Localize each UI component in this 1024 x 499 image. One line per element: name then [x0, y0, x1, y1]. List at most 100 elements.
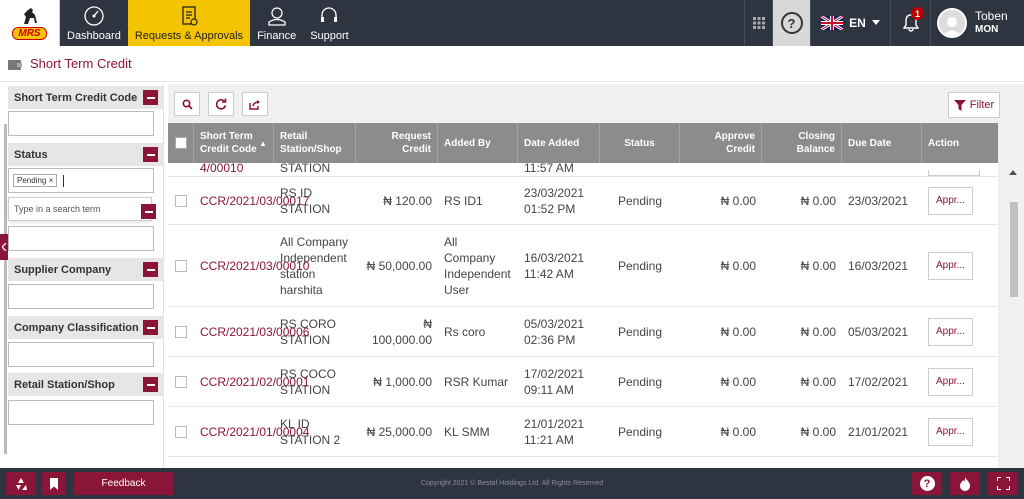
- row-date: 23/03/2021: [524, 185, 585, 200]
- filter-label-classification: Company Classification: [14, 321, 139, 334]
- row-status: Pending: [617, 324, 663, 339]
- filter-panel-scrollbar[interactable]: [4, 124, 7, 454]
- export-button[interactable]: [242, 92, 268, 116]
- recycle-button[interactable]: [6, 472, 36, 495]
- row-checkbox[interactable]: [175, 375, 187, 388]
- row-closing-balance: ₦ 0.00: [800, 374, 836, 389]
- footer-help-button[interactable]: ?: [912, 472, 942, 495]
- approve-button[interactable]: Appr...: [928, 186, 973, 215]
- select-all-checkbox[interactable]: [174, 137, 187, 149]
- row-checkbox[interactable]: [175, 425, 187, 438]
- table-row[interactable]: CCR/2021/03/00006 RS CORO STATION ₦ 100,00…: [168, 307, 998, 357]
- row-code[interactable]: CCR/2021/03/00017: [194, 177, 309, 224]
- collapse-supplier-button[interactable]: [143, 262, 158, 277]
- column-header-due-date[interactable]: Due Date: [842, 123, 922, 163]
- approve-button[interactable]: Appr...: [928, 317, 973, 346]
- chip-remove-icon[interactable]: ×: [49, 176, 54, 185]
- wallet-icon: [8, 59, 22, 70]
- table-row[interactable]: CCR/2021/03/00010 All Company Independent…: [168, 225, 998, 307]
- bookmark-button[interactable]: [42, 472, 66, 495]
- text-cursor: [63, 174, 65, 187]
- row-added-by: Rs coro: [444, 324, 486, 339]
- headset-icon: [321, 7, 338, 22]
- table-scrollbar[interactable]: [1002, 164, 1024, 468]
- status-chip-pending[interactable]: Pending ×: [13, 174, 58, 187]
- collapse-credit-code-button[interactable]: [143, 90, 158, 105]
- collapse-classification-button[interactable]: [143, 320, 158, 335]
- filter-header-retail-station: Retail Station/Shop: [8, 373, 164, 396]
- hidden-filter-input[interactable]: [8, 226, 154, 251]
- filter-button[interactable]: Filter: [948, 92, 1000, 118]
- credit-code-input[interactable]: [8, 111, 154, 136]
- table-row[interactable]: 4/00010 STATION 11:57 AM: [168, 163, 998, 177]
- row-code[interactable]: 4/00010: [194, 163, 274, 176]
- table-row[interactable]: CCR/2021/01/00004 KL ID STATION 2 ₦ 25,000…: [168, 407, 998, 457]
- row-request-credit: ₦ 25,000.00: [366, 424, 432, 439]
- page-title: Short Term Credit: [30, 56, 132, 71]
- help-icon: ?: [780, 12, 803, 34]
- sort-icon[interactable]: ▲: [259, 137, 267, 150]
- search-icon: [181, 98, 193, 110]
- row-closing-balance: ₦ 0.00: [800, 258, 836, 273]
- approve-button[interactable]: Appr...: [928, 367, 973, 396]
- nav-dashboard[interactable]: Dashboard: [60, 0, 128, 46]
- nav-dashboard-label: Dashboard: [67, 30, 121, 42]
- column-header-date-added[interactable]: Date Added: [518, 123, 600, 163]
- row-closing-balance: ₦ 0.00: [800, 324, 836, 339]
- row-approve-credit: ₦ 0.00: [720, 424, 756, 439]
- brand-logo[interactable]: MRS: [0, 0, 60, 46]
- row-due-date: 17/02/2021: [848, 374, 909, 389]
- nav-finance[interactable]: Finance: [250, 0, 303, 46]
- table-header: Short Term Credit Code ▲ Retail Station/…: [168, 123, 998, 163]
- row-checkbox[interactable]: [175, 259, 187, 272]
- column-header-added-by[interactable]: Added By: [438, 123, 518, 163]
- collapse-panel-tab[interactable]: [0, 234, 8, 260]
- column-header-status[interactable]: Status: [600, 123, 680, 163]
- row-approve-button-partial[interactable]: [928, 170, 980, 176]
- user-menu[interactable]: Toben MON: [930, 0, 1024, 46]
- nav-support[interactable]: Support: [303, 0, 356, 46]
- column-header-request-credit[interactable]: Request Credit: [356, 123, 438, 163]
- column-header-closing-balance[interactable]: Closing Balance: [762, 123, 842, 163]
- classification-input[interactable]: [8, 342, 154, 367]
- approve-button[interactable]: Appr...: [928, 417, 973, 446]
- notifications-button[interactable]: 1: [890, 0, 930, 46]
- apps-grid-button[interactable]: [744, 0, 772, 46]
- scroll-up-arrow[interactable]: [1009, 170, 1017, 175]
- column-header-station[interactable]: Retail Station/Shop: [274, 123, 356, 163]
- row-code[interactable]: CCR/2021/02/00001: [194, 357, 309, 406]
- page-header: Short Term Credit: [0, 46, 1024, 82]
- fullscreen-button[interactable]: [988, 472, 1018, 495]
- help-button[interactable]: ?: [772, 0, 810, 46]
- feedback-button[interactable]: Feedback: [74, 472, 173, 495]
- approve-button[interactable]: Appr...: [928, 251, 973, 280]
- refresh-button[interactable]: [208, 92, 234, 116]
- column-header-code[interactable]: Short Term Credit Code ▲: [194, 123, 274, 163]
- row-code[interactable]: CCR/2021/03/00006: [194, 307, 309, 356]
- nav-requests-approvals[interactable]: Requests & Approvals: [127, 0, 251, 46]
- collapse-hidden-filter-button[interactable]: [141, 204, 156, 219]
- language-selector[interactable]: EN: [810, 0, 890, 46]
- notification-count-badge: 1: [911, 7, 924, 20]
- retail-station-input[interactable]: [8, 400, 154, 425]
- search-button[interactable]: [174, 92, 200, 116]
- row-checkbox[interactable]: [175, 194, 187, 207]
- row-date: 05/03/2021: [524, 316, 585, 331]
- collapse-retail-station-button[interactable]: [143, 377, 158, 392]
- row-station: RS COCO STATION: [280, 366, 337, 397]
- flame-button[interactable]: [950, 472, 980, 495]
- row-checkbox[interactable]: [175, 325, 187, 338]
- row-added-by: RS ID1: [444, 193, 483, 208]
- row-code[interactable]: CCR/2021/01/00004: [194, 407, 309, 456]
- row-code[interactable]: CCR/2021/03/00010: [194, 225, 309, 306]
- collapse-status-button[interactable]: [143, 147, 158, 162]
- row-station: STATION: [280, 163, 331, 175]
- column-header-approve-credit[interactable]: Approve Credit: [680, 123, 762, 163]
- document-icon: [182, 6, 198, 26]
- scrollbar-thumb[interactable]: [1010, 202, 1018, 297]
- table-row[interactable]: CCR/2021/02/00001 RS COCO STATION ₦ 1,000.…: [168, 357, 998, 407]
- supplier-input[interactable]: [8, 284, 154, 309]
- table-row[interactable]: CCR/2021/03/00017 RS ID STATION ₦ 120.00 RS…: [168, 177, 998, 225]
- row-date: 16/03/2021: [524, 250, 585, 265]
- status-multiselect[interactable]: Pending ×: [8, 168, 154, 193]
